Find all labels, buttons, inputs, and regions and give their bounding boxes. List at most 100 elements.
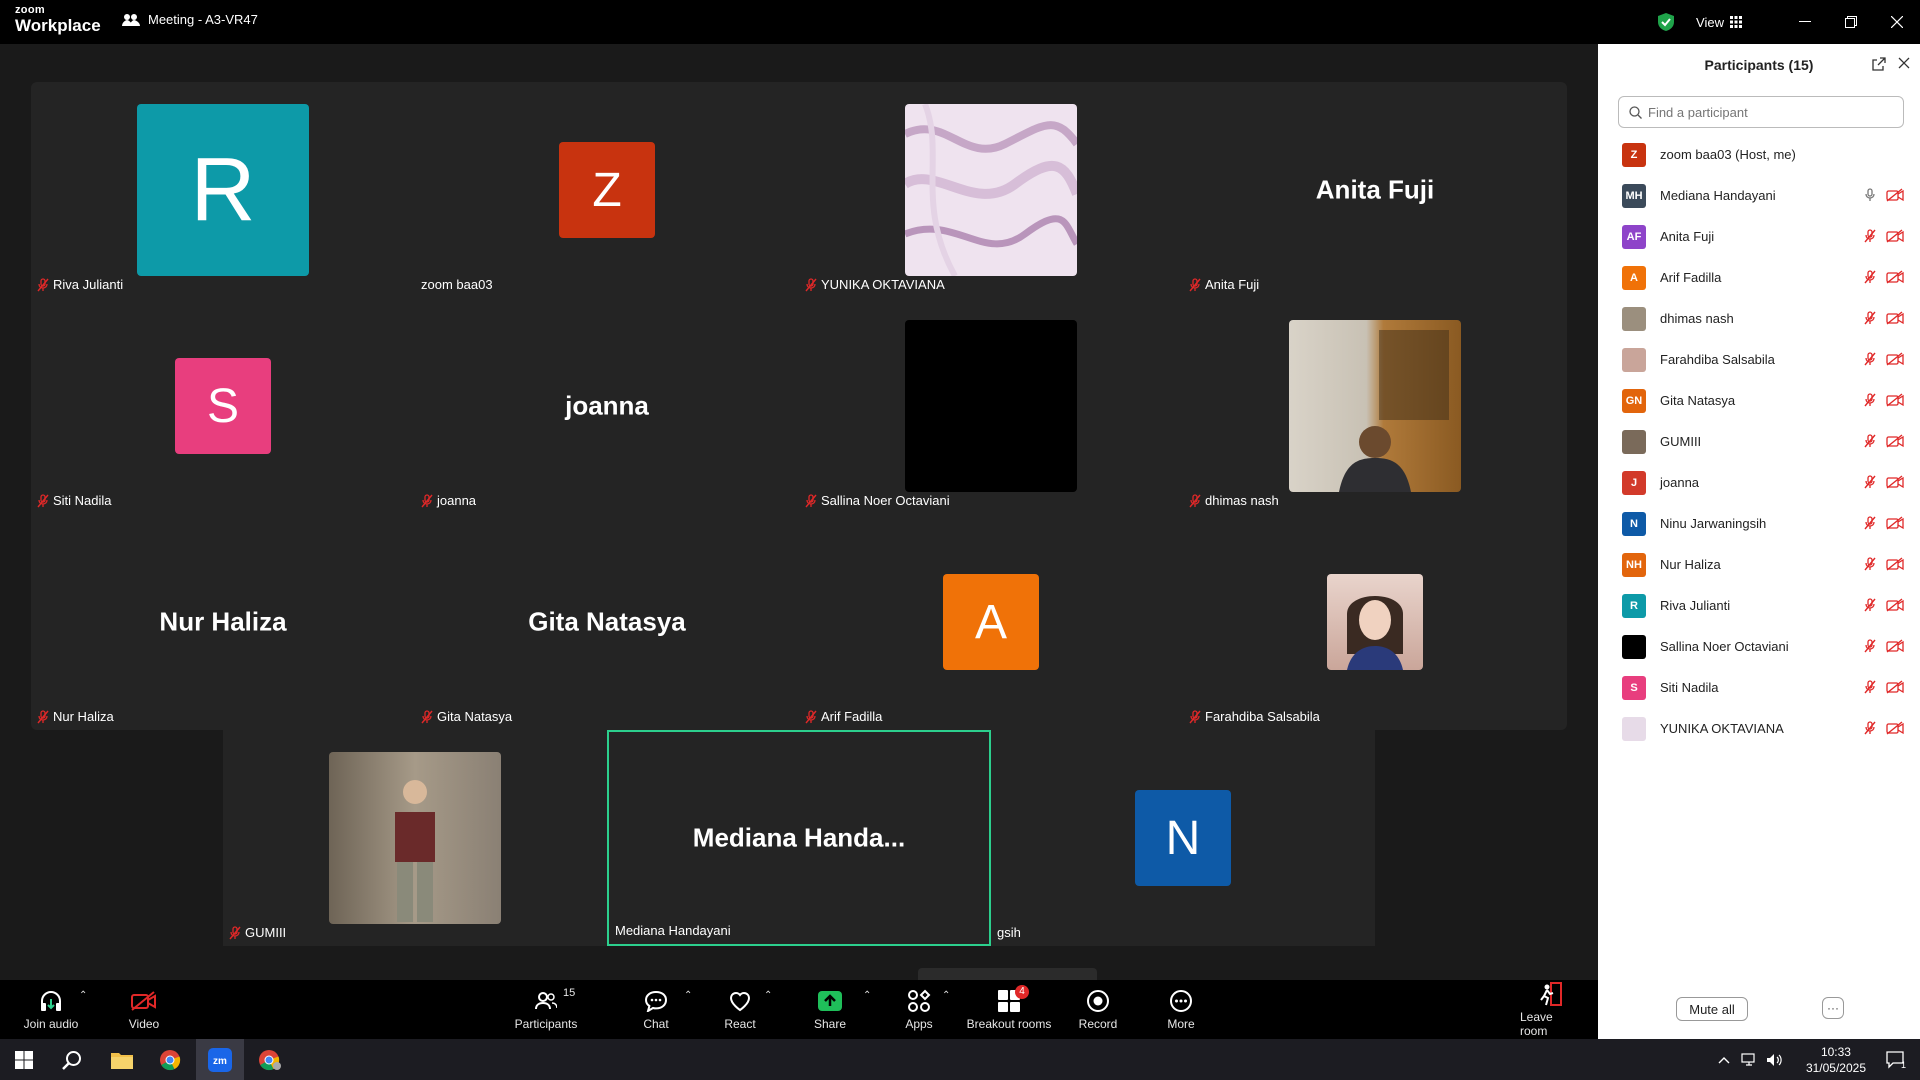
participants-button[interactable]: 15 Participants [510, 980, 582, 1039]
video-tile[interactable]: Mediana Handa... Mediana Handayani [607, 730, 991, 946]
mute-all-button[interactable]: Mute all [1676, 997, 1748, 1021]
mic-muted-icon [421, 493, 433, 507]
taskbar-clock[interactable]: 10:33 31/05/2025 [1806, 1044, 1866, 1076]
notification-count: 1 [1901, 1060, 1906, 1069]
camera-off-icon [1886, 598, 1904, 612]
breakout-badge: 4 [1015, 984, 1029, 999]
security-shield-icon[interactable] [1658, 13, 1675, 31]
volume-button[interactable] [1762, 1039, 1788, 1080]
participant-row[interactable]: Jjoanna [1598, 462, 1920, 503]
participant-row[interactable]: A Arif Fadilla [1598, 257, 1920, 298]
video-tile[interactable]: Farahdiba Salsabila [1183, 514, 1567, 730]
video-button[interactable]: Video [118, 980, 170, 1039]
windows-taskbar: zm 10:33 31/05/2025 1 [0, 1039, 1920, 1080]
video-tile[interactable]: dhimas nash [1183, 298, 1567, 514]
video-tile[interactable]: YUNIKA OKTAVIANA [799, 82, 1183, 298]
pop-out-icon[interactable] [1872, 57, 1886, 71]
file-explorer-button[interactable] [98, 1039, 146, 1080]
panel-title: Participants (15) [1704, 57, 1814, 73]
video-tile[interactable]: Sallina Noer Octaviani [799, 298, 1183, 514]
tray-overflow-button[interactable] [1712, 1039, 1736, 1080]
record-button[interactable]: Record [1078, 980, 1118, 1039]
video-tile[interactable]: R Riva Julianti [31, 82, 415, 298]
chrome-profile-icon [259, 1049, 281, 1070]
start-button[interactable] [0, 1039, 48, 1080]
zoom-app-icon: zm [208, 1047, 232, 1072]
participant-row[interactable]: Sallina Noer Octaviani [1598, 626, 1920, 667]
more-button[interactable]: More [1167, 980, 1195, 1039]
zoom-taskbar-button[interactable]: zm [196, 1039, 244, 1080]
participant-row[interactable]: R Riva Julianti [1598, 585, 1920, 626]
participant-row[interactable]: YUNIKA OKTAVIANA [1598, 708, 1920, 749]
minimize-button[interactable] [1782, 0, 1828, 44]
participant-display-name: Mediana Handa... [692, 822, 906, 853]
chrome-button[interactable] [146, 1039, 194, 1080]
leave-room-button[interactable]: Leave room [1520, 980, 1582, 1039]
participant-avatar: R [137, 104, 309, 276]
mic-muted-icon [1189, 709, 1201, 723]
audio-options-caret[interactable]: ⌃ [79, 990, 87, 1001]
meeting-info[interactable]: Meeting - A3-VR47 [122, 12, 258, 27]
participant-list-name: GUMIII [1660, 434, 1702, 449]
taskbar-search-icon [62, 1050, 81, 1070]
apps-button[interactable]: Apps [903, 980, 935, 1039]
search-taskbar-button[interactable] [48, 1039, 96, 1080]
participant-display-name: joanna [565, 390, 649, 421]
participant-status-icons [1864, 393, 1904, 407]
close-panel-icon[interactable] [1898, 57, 1910, 69]
tile-name-label: Sallina Noer Octaviani [805, 493, 950, 508]
participant-row[interactable]: AF Anita Fuji [1598, 216, 1920, 257]
tile-participant-name: dhimas nash [1205, 493, 1279, 508]
close-window-button[interactable] [1874, 0, 1920, 44]
participant-row[interactable]: Farahdiba Salsabila [1598, 339, 1920, 380]
participant-row[interactable]: N Ninu Jarwaningsih [1598, 503, 1920, 544]
participant-status-icons [1864, 516, 1904, 530]
participant-row[interactable]: dhimas nash [1598, 298, 1920, 339]
video-off-icon [131, 990, 156, 1011]
participant-row[interactable]: Zzoom baa03 (Host, me) [1598, 134, 1920, 175]
apps-options-caret[interactable]: ⌃ [942, 990, 950, 1001]
participant-row[interactable]: NH Nur Haliza [1598, 544, 1920, 585]
mic-icon [1865, 188, 1875, 201]
tile-participant-name: Mediana Handayani [615, 923, 731, 938]
video-tile[interactable]: Zzoom baa03 [415, 82, 799, 298]
participant-avatar: S [175, 358, 271, 454]
video-tile[interactable]: A Arif Fadilla [799, 514, 1183, 730]
react-options-caret[interactable]: ⌃ [764, 990, 772, 1001]
participant-row[interactable]: GN Gita Natasya [1598, 380, 1920, 421]
video-tile[interactable]: Nur Haliza Nur Haliza [31, 514, 415, 730]
participant-row[interactable]: S Siti Nadila [1598, 667, 1920, 708]
video-tile[interactable]: S Siti Nadila [31, 298, 415, 514]
mic-muted-icon [1189, 277, 1201, 291]
video-tile[interactable]: Ngsih [991, 730, 1375, 946]
restore-button[interactable] [1828, 0, 1874, 44]
apps-label: Apps [905, 1016, 933, 1031]
participant-row[interactable]: MH Mediana Handayani [1598, 175, 1920, 216]
notifications-button[interactable]: 1 [1872, 1039, 1920, 1080]
view-button[interactable]: View [1696, 15, 1742, 30]
chat-label: Chat [643, 1016, 669, 1031]
chat-button[interactable]: Chat [640, 980, 672, 1039]
participant-list-avatar [1622, 429, 1646, 454]
join-audio-button[interactable]: Join audio [20, 980, 82, 1039]
panel-header: Participants (15) [1598, 44, 1920, 86]
video-tile[interactable]: Gita Natasya Gita Natasya [415, 514, 799, 730]
video-tile[interactable]: joanna joanna [415, 298, 799, 514]
participants-icon [535, 991, 557, 1009]
video-tile[interactable]: Anita Fuji Anita Fuji [1183, 82, 1567, 298]
participant-list-avatar [1622, 716, 1646, 741]
react-button[interactable]: React [724, 980, 756, 1039]
chat-options-caret[interactable]: ⌃ [684, 990, 692, 1001]
network-button[interactable] [1736, 1039, 1762, 1080]
participant-search[interactable] [1618, 96, 1904, 128]
panel-more-button[interactable]: ··· [1822, 997, 1844, 1019]
video-tile[interactable]: GUMIII [223, 730, 607, 946]
chrome-profile-button[interactable] [246, 1039, 294, 1080]
participant-list-name: Farahdiba Salsabila [1660, 352, 1775, 367]
search-input[interactable] [1648, 104, 1888, 120]
participant-row[interactable]: GUMIII [1598, 421, 1920, 462]
share-button[interactable]: Share [813, 980, 847, 1039]
breakout-rooms-button[interactable]: 4 Breakout rooms [966, 980, 1052, 1039]
share-options-caret[interactable]: ⌃ [863, 990, 871, 1001]
leave-room-icon [1540, 981, 1562, 1006]
